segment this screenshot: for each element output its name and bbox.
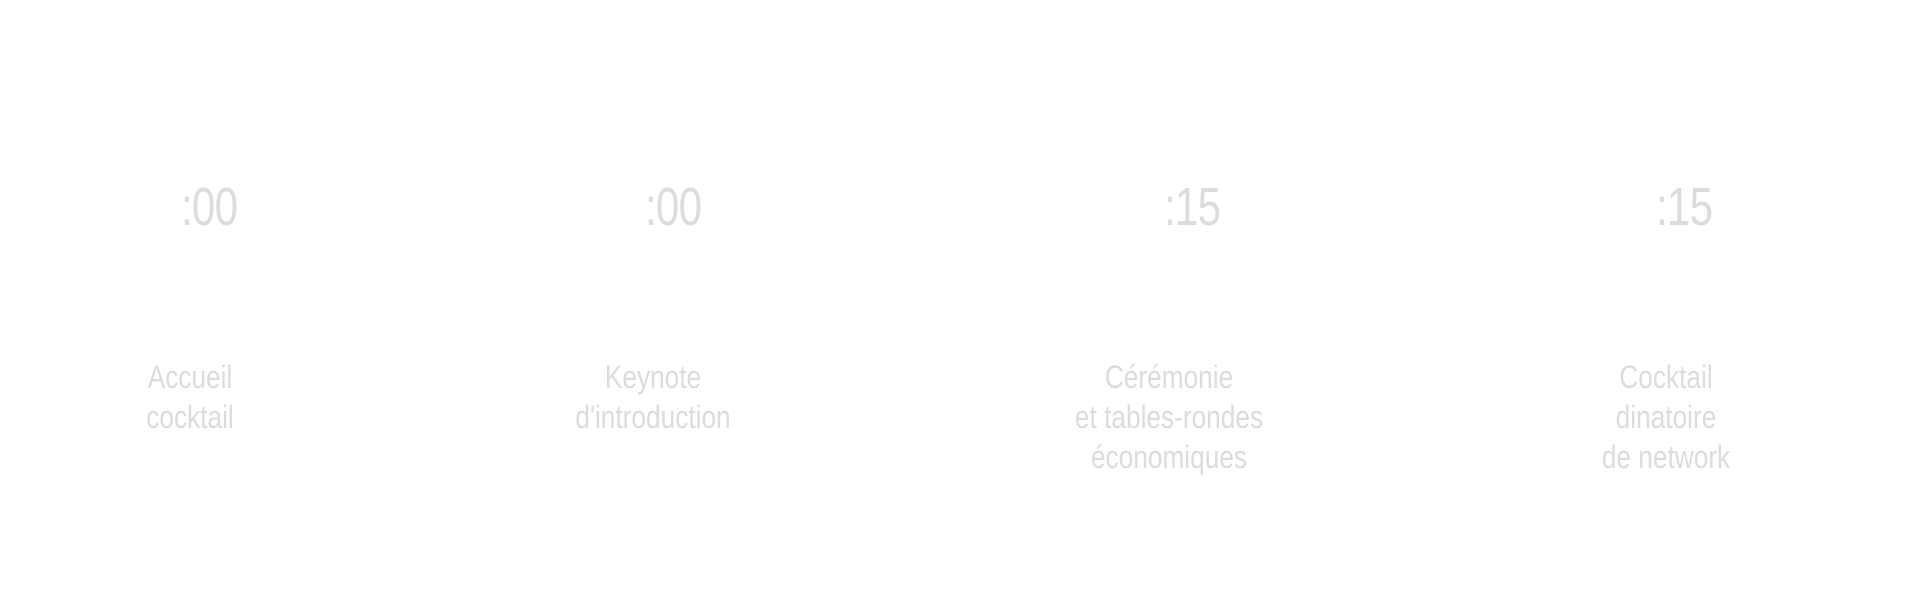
- schedule-item: :15 Cocktail dinatoire de network: [1486, 0, 1846, 600]
- schedule-item-title: Cocktail dinatoire de network: [1601, 359, 1731, 475]
- schedule-item-time: :15: [1656, 177, 1713, 237]
- schedule-item: :00 Accueil cocktail: [10, 0, 370, 600]
- schedule-item-title: Keynote d'introduction: [575, 359, 731, 435]
- schedule-item: :15 Cérémonie et tables-rondes économiqu…: [989, 0, 1349, 600]
- schedule-item-time: :00: [181, 177, 238, 237]
- schedule: :00 Accueil cocktail :00 Keynote d'intro…: [0, 0, 1920, 600]
- schedule-item-title: Cérémonie et tables-rondes économiques: [1074, 359, 1264, 475]
- schedule-item-time: :15: [1164, 177, 1221, 237]
- schedule-item-title: Accueil cocktail: [146, 359, 234, 435]
- schedule-item-time: :00: [645, 177, 702, 237]
- schedule-item: :00 Keynote d'introduction: [473, 0, 833, 600]
